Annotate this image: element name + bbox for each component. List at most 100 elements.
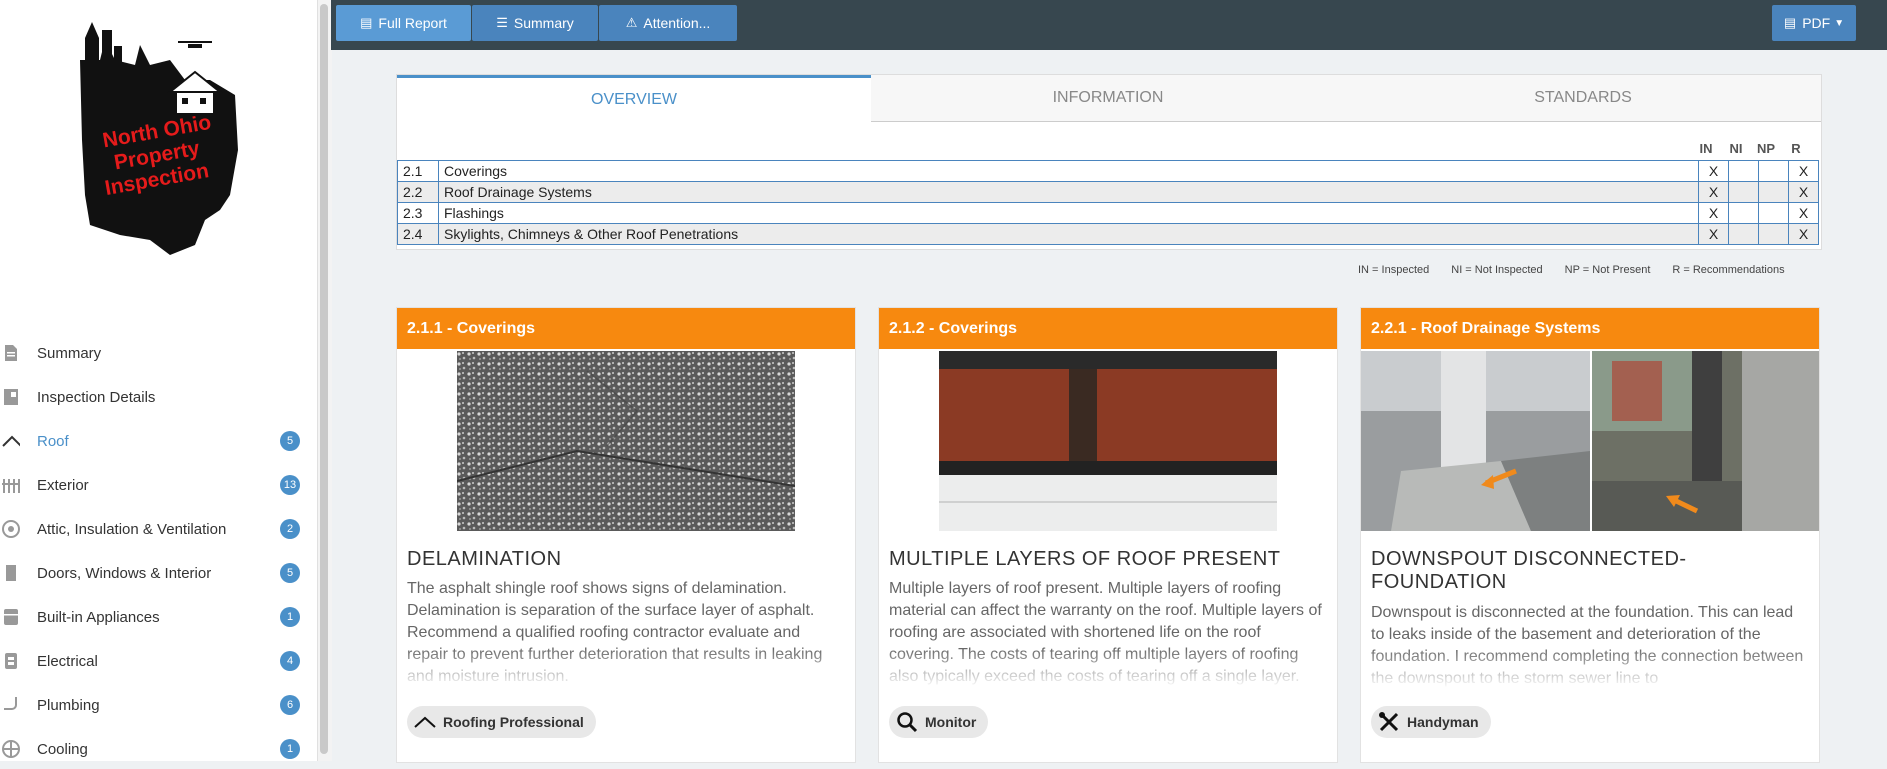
defect-card: 2.2.1 - Roof Drainage Systems DOWNSPOUT …: [1360, 307, 1820, 763]
sidebar-item-summary[interactable]: Summary: [0, 333, 310, 373]
card-header: 2.2.1 - Roof Drainage Systems: [1361, 308, 1819, 349]
sidebar-item-attic[interactable]: Attic, Insulation & Ventilation 2: [0, 509, 310, 549]
card-description: Multiple layers of roof present. Multipl…: [889, 578, 1325, 688]
cell-ni: [1728, 202, 1759, 224]
recommendation-pill[interactable]: Monitor: [889, 706, 989, 738]
summary-button[interactable]: ☰ Summary: [472, 5, 598, 41]
shingle-photo[interactable]: [457, 351, 795, 531]
foundation-photo[interactable]: [1592, 351, 1819, 531]
count-badge: 13: [280, 475, 300, 495]
recommendation-pill[interactable]: Handyman: [1371, 706, 1491, 738]
card-header: 2.1.1 - Coverings: [397, 308, 855, 349]
card-title: DOWNSPOUT DISCONNECTED-FOUNDATION: [1371, 548, 1687, 593]
snowflake-icon: [2, 740, 20, 758]
sidebar-item-label: Roof: [37, 432, 69, 450]
cell-r: X: [1788, 160, 1819, 182]
row-name: Skylights, Chimneys & Other Roof Penetra…: [438, 223, 1699, 245]
tab-information[interactable]: INFORMATION: [871, 75, 1346, 122]
outlet-icon: [2, 652, 20, 670]
table-row[interactable]: 2.4 Skylights, Chimneys & Other Roof Pen…: [397, 223, 1819, 245]
table-row[interactable]: 2.3 Flashings X X: [397, 202, 1819, 224]
cell-np: [1758, 202, 1789, 224]
full-report-button[interactable]: ▤ Full Report: [336, 5, 471, 41]
status-column-headers: IN NI NP R: [1691, 141, 1811, 156]
sidebar-item-cooling[interactable]: Cooling 1: [0, 729, 310, 769]
legend-in: IN = Inspected: [1358, 264, 1430, 276]
count-badge: 1: [280, 739, 300, 759]
sidebar-item-label: Cooling: [37, 740, 88, 758]
row-number: 2.3: [397, 202, 439, 224]
sidebar-item-label: Built-in Appliances: [37, 608, 160, 626]
sidebar-item-roof[interactable]: Roof 5: [0, 421, 310, 461]
count-badge: 5: [280, 431, 300, 451]
cell-r: X: [1788, 202, 1819, 224]
text-fade: [889, 648, 1325, 688]
overview-table: 2.1 Coverings X X 2.2 Roof Drainage Syst…: [397, 160, 1819, 245]
cell-in: X: [1698, 223, 1729, 245]
card-description: Downspout is disconnected at the foundat…: [1371, 602, 1807, 688]
count-badge: 6: [280, 695, 300, 715]
cell-ni: [1728, 160, 1759, 182]
recommendation-label: Roofing Professional: [443, 714, 584, 730]
recommendation-label: Handyman: [1407, 714, 1479, 730]
sidebar-item-inspection-details[interactable]: Inspection Details: [0, 377, 310, 417]
sidebar: North Ohio Property Inspection Summary I…: [0, 0, 317, 761]
count-badge: 4: [280, 651, 300, 671]
text-fade: [1371, 648, 1807, 688]
legend-ni: NI = Not Inspected: [1451, 264, 1543, 276]
defect-card: 2.1.1 - Coverings DELAMINATION The aspha…: [396, 307, 856, 763]
card-title: MULTIPLE LAYERS OF ROOF PRESENT: [889, 548, 1281, 570]
row-name: Coverings: [438, 160, 1699, 182]
sidebar-item-plumbing[interactable]: Plumbing 6: [0, 685, 310, 725]
table-row[interactable]: 2.2 Roof Drainage Systems X X: [397, 181, 1819, 203]
tab-standards[interactable]: STANDARDS: [1345, 75, 1821, 122]
row-name: Roof Drainage Systems: [438, 181, 1699, 203]
sidebar-item-label: Plumbing: [37, 696, 100, 714]
downspout-photo[interactable]: [1361, 351, 1590, 531]
sidebar-item-label: Doors, Windows & Interior: [37, 564, 212, 582]
sidebar-item-electrical[interactable]: Electrical 4: [0, 641, 310, 681]
count-badge: 2: [280, 519, 300, 539]
door-icon: [2, 564, 20, 582]
cell-in: X: [1698, 181, 1729, 203]
roof-layers-photo[interactable]: [939, 351, 1277, 531]
column-header-r: R: [1791, 141, 1801, 156]
list-icon: ☰: [496, 15, 508, 30]
table-row[interactable]: 2.1 Coverings X X: [397, 160, 1819, 182]
pipe-icon: [2, 696, 20, 714]
document-icon: ▤: [360, 15, 373, 30]
roof-icon: [2, 432, 20, 450]
sidebar-item-exterior[interactable]: Exterior 13: [0, 465, 310, 505]
cell-r: X: [1788, 181, 1819, 203]
legend-r: R = Recommendations: [1672, 264, 1785, 276]
sidebar-item-built-in-appliances[interactable]: Built-in Appliances 1: [0, 597, 310, 637]
cell-in: X: [1698, 160, 1729, 182]
pdf-dropdown-button[interactable]: ▤ PDF ▼: [1772, 5, 1856, 41]
cell-np: [1758, 181, 1789, 203]
cell-ni: [1728, 181, 1759, 203]
roof-icon: [413, 710, 437, 734]
column-header-ni: NI: [1729, 141, 1743, 156]
pdf-label: PDF: [1802, 15, 1831, 31]
top-toolbar: ▤ Full Report ☰ Summary ⚠ Attention... ▤…: [331, 0, 1887, 50]
row-number: 2.4: [397, 223, 439, 245]
fan-icon: [2, 520, 20, 538]
sidebar-item-label: Electrical: [37, 652, 98, 670]
tab-overview[interactable]: OVERVIEW: [397, 75, 872, 121]
sidebar-item-label: Summary: [37, 344, 102, 362]
full-report-label: Full Report: [378, 15, 447, 31]
recommendation-pill[interactable]: Roofing Professional: [407, 706, 596, 738]
column-header-np: NP: [1756, 141, 1776, 156]
pdf-icon: ▤: [1783, 15, 1797, 30]
defect-card: 2.1.2 - Coverings MULTIPLE LAYERS OF ROO…: [878, 307, 1338, 763]
row-name: Flashings: [438, 202, 1699, 224]
sidebar-item-label: Inspection Details: [37, 388, 156, 406]
appliance-icon: [2, 608, 20, 626]
legend-np: NP = Not Present: [1564, 264, 1651, 276]
company-logo: North Ohio Property Inspection: [80, 22, 238, 255]
text-fade: [407, 648, 843, 688]
attention-button[interactable]: ⚠ Attention...: [599, 5, 737, 41]
recommendation-label: Monitor: [925, 714, 977, 730]
sidebar-scrollbar-thumb[interactable]: [320, 4, 328, 754]
sidebar-item-doors-windows-interior[interactable]: Doors, Windows & Interior 5: [0, 553, 310, 593]
